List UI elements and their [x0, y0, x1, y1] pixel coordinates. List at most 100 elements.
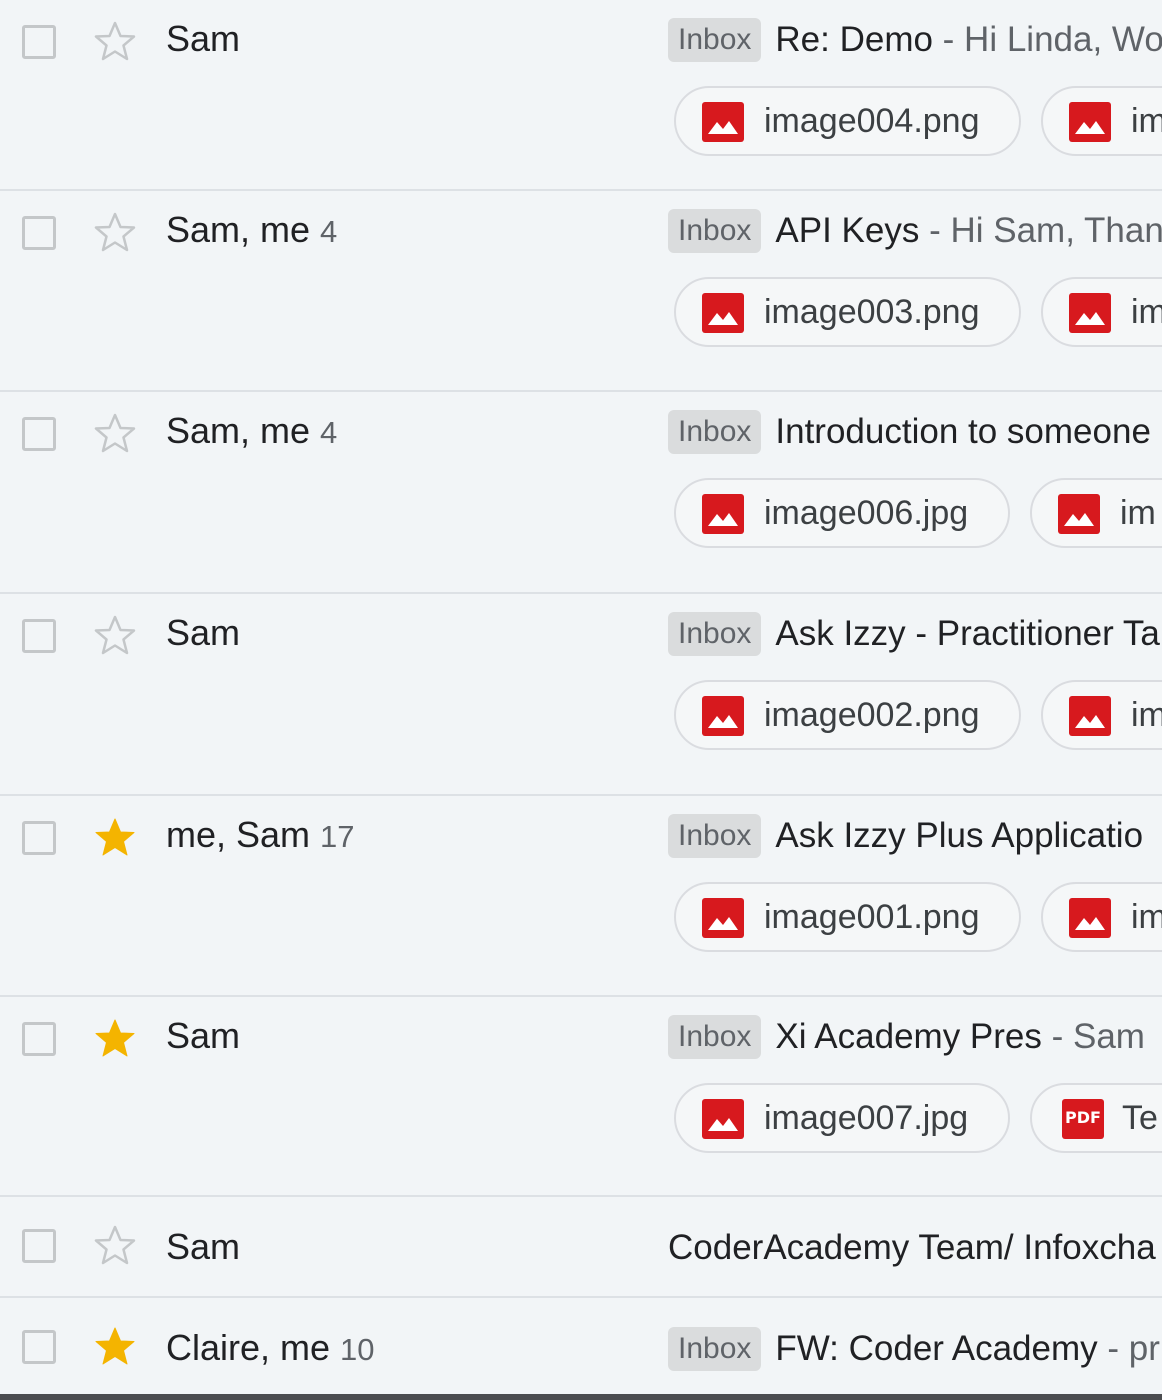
bottom-edge-bar [0, 1394, 1162, 1400]
email-row[interactable]: Sam Inbox Xi Academy Pres - Sam image007.jp… [0, 997, 1162, 1197]
image-file-icon [702, 1099, 744, 1139]
star-filled-icon[interactable] [92, 1324, 138, 1370]
sender-text: Sam, me [166, 410, 311, 451]
attachment-chip[interactable]: image004.png [674, 86, 1021, 156]
select-checkbox[interactable] [22, 417, 56, 451]
message-summary[interactable]: Inbox Re: Demo - Hi Linda, Wo [668, 18, 1162, 62]
attachment-chip[interactable]: im [1041, 882, 1162, 952]
image-file-icon [1069, 293, 1111, 333]
sender-name: me, Sam 17 [166, 814, 355, 856]
sender-name: Sam [166, 1015, 240, 1057]
message-summary[interactable]: Inbox Introduction to someone [668, 410, 1151, 454]
attachment-filename: im [1131, 696, 1162, 734]
attachment-chip[interactable]: image002.png [674, 680, 1021, 750]
select-checkbox[interactable] [22, 216, 56, 250]
email-row[interactable]: me, Sam 17 Inbox Ask Izzy Plus Applicatio im… [0, 796, 1162, 997]
select-checkbox[interactable] [22, 1022, 56, 1056]
attachment-chip[interactable]: PDF Te [1030, 1083, 1162, 1153]
star-filled-icon[interactable] [92, 815, 138, 861]
sender-name: Sam [166, 612, 240, 654]
image-file-icon [702, 696, 744, 736]
message-summary[interactable]: Inbox Ask Izzy Plus Applicatio [668, 814, 1143, 858]
star-outline-icon[interactable] [92, 1223, 138, 1269]
attachment-chip[interactable]: im [1041, 277, 1162, 347]
image-file-icon [702, 494, 744, 534]
attachment-filename: image006.jpg [764, 494, 969, 532]
inbox-label[interactable]: Inbox [668, 18, 762, 62]
message-summary[interactable]: CoderAcademy Team/ Infoxcha [668, 1226, 1156, 1268]
select-checkbox[interactable] [22, 619, 56, 653]
attachment-chip[interactable]: image001.png [674, 882, 1021, 952]
sender-text: Claire, me [166, 1327, 331, 1368]
inbox-label[interactable]: Inbox [668, 209, 762, 253]
thread-count: 4 [320, 214, 338, 249]
attachment-filename: image004.png [764, 102, 980, 140]
pdf-badge-text: PDF [1065, 1108, 1101, 1127]
attachment-chip[interactable]: im [1030, 478, 1162, 548]
attachment-chip[interactable]: image007.jpg [674, 1083, 1010, 1153]
email-row[interactable]: Sam Inbox Ask Izzy - Practitioner Ta image0… [0, 594, 1162, 796]
image-file-icon [1058, 494, 1100, 534]
subject-text: FW: Coder Academy [775, 1329, 1098, 1368]
star-outline-icon[interactable] [92, 411, 138, 457]
select-checkbox[interactable] [22, 1330, 56, 1364]
snippet-text: - Sam [1041, 1017, 1145, 1056]
message-summary[interactable]: Inbox Ask Izzy - Practitioner Ta [668, 612, 1160, 656]
attachment-filename: image007.jpg [764, 1099, 969, 1137]
attachment-chip[interactable]: im [1041, 86, 1162, 156]
sender-name: Claire, me 10 [166, 1327, 375, 1369]
email-row[interactable]: Claire, me 10 Inbox FW: Coder Academy - pr [0, 1298, 1162, 1400]
sender-text: me, Sam [166, 814, 311, 855]
attachment-filename: im [1120, 494, 1156, 532]
attachment-chip[interactable]: image003.png [674, 277, 1021, 347]
star-outline-icon[interactable] [92, 19, 138, 65]
image-file-icon [702, 898, 744, 938]
attachment-filename: im [1131, 898, 1162, 936]
inbox-label[interactable]: Inbox [668, 612, 762, 656]
subject-text: CoderAcademy Team/ Infoxcha [668, 1227, 1156, 1267]
message-summary[interactable]: Inbox Xi Academy Pres - Sam [668, 1015, 1145, 1059]
attachment-filename: image003.png [764, 293, 980, 331]
inbox-label[interactable]: Inbox [668, 1327, 762, 1371]
thread-count: 17 [320, 819, 355, 854]
select-checkbox[interactable] [22, 25, 56, 59]
sender-text: Sam [166, 1226, 241, 1267]
subject-text: Ask Izzy Plus Applicatio [775, 816, 1144, 855]
star-outline-icon[interactable] [92, 210, 138, 256]
sender-name: Sam [166, 18, 240, 60]
subject-text: Introduction to someone [775, 412, 1151, 451]
sender-text: Sam [166, 612, 241, 653]
star-outline-icon[interactable] [92, 613, 138, 659]
snippet-text: - pr [1097, 1329, 1160, 1368]
email-row[interactable]: Sam, me 4 Inbox Introduction to someone imag… [0, 392, 1162, 594]
image-file-icon [1069, 102, 1111, 142]
star-filled-icon[interactable] [92, 1016, 138, 1062]
inbox-label[interactable]: Inbox [668, 814, 762, 858]
message-summary[interactable]: Inbox API Keys - Hi Sam, Than [668, 209, 1162, 253]
sender-name: Sam [166, 1226, 240, 1268]
email-row[interactable]: Sam Inbox Re: Demo - Hi Linda, Wo image004.… [0, 0, 1162, 191]
email-row[interactable]: Sam CoderAcademy Team/ Infoxcha [0, 1197, 1162, 1298]
email-thread-list: Sam Inbox Re: Demo - Hi Linda, Wo image004.… [0, 0, 1162, 1400]
snippet-text: - Hi Sam, Than [919, 211, 1162, 250]
attachment-chip[interactable]: im [1041, 680, 1162, 750]
sender-text: Sam [166, 1015, 241, 1056]
attachment-chip[interactable]: image006.jpg [674, 478, 1010, 548]
sender-name: Sam, me 4 [166, 410, 337, 452]
attachment-filename: im [1131, 102, 1162, 140]
sender-text: Sam, me [166, 209, 311, 250]
image-file-icon [1069, 898, 1111, 938]
attachment-filename: image002.png [764, 696, 980, 734]
sender-text: Sam [166, 18, 241, 59]
attachment-filename: im [1131, 293, 1162, 331]
subject-text: API Keys [775, 211, 920, 250]
image-file-icon [1069, 696, 1111, 736]
inbox-label[interactable]: Inbox [668, 1015, 762, 1059]
inbox-label[interactable]: Inbox [668, 410, 762, 454]
select-checkbox[interactable] [22, 1229, 56, 1263]
attachment-filename: Te [1122, 1099, 1158, 1137]
email-row[interactable]: Sam, me 4 Inbox API Keys - Hi Sam, Than imag… [0, 191, 1162, 392]
subject-text: Re: Demo [775, 20, 933, 59]
message-summary[interactable]: Inbox FW: Coder Academy - pr [668, 1327, 1160, 1371]
select-checkbox[interactable] [22, 821, 56, 855]
